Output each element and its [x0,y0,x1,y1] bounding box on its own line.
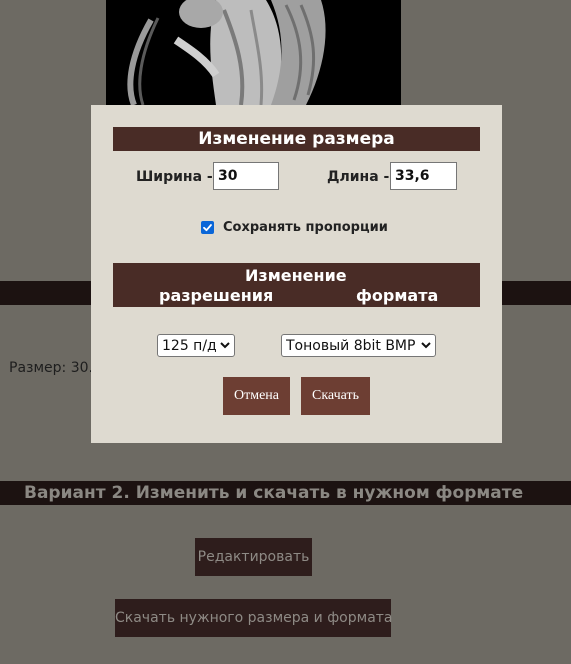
change-label: Изменение [245,266,347,285]
keep-proportions-checkbox[interactable] [201,221,214,234]
chevron-down-icon [220,342,230,349]
angel-image-preview [106,0,401,105]
width-input[interactable] [213,162,279,190]
resolution-format-header: Изменение разрешения формата [113,263,480,307]
chevron-down-icon [421,342,431,349]
download-custom-button[interactable]: Скачать нужного размера и формата [115,599,393,637]
format-select-value: Тоновый 8bit BMP [286,337,416,354]
keep-proportions-row: Сохранять пропорции [201,220,388,235]
keep-proportions-label: Сохранять пропорции [223,220,388,235]
length-label: Длина - [327,169,390,185]
resolution-label: разрешения [159,286,274,305]
resolution-select[interactable]: 125 п/д [157,334,235,357]
cancel-button[interactable]: Отмена [223,377,290,415]
checkmark-icon [203,224,212,232]
length-input[interactable] [390,162,457,190]
format-select[interactable]: Тоновый 8bit BMP [281,334,436,357]
format-label: формата [356,286,439,305]
edit-button[interactable]: Редактировать [195,538,312,576]
width-label: Ширина - [136,169,213,185]
background-size-text: Размер: 30.0 [9,360,102,376]
resolution-select-value: 125 п/д [162,337,217,354]
resize-dialog: Изменение размера Ширина - Длина - Сохра… [91,105,502,443]
download-button[interactable]: Скачать [301,377,370,415]
resize-dialog-title: Изменение размера [113,127,480,151]
variant-2-title: Вариант 2. Изменить и скачать в нужном ф… [0,481,571,505]
